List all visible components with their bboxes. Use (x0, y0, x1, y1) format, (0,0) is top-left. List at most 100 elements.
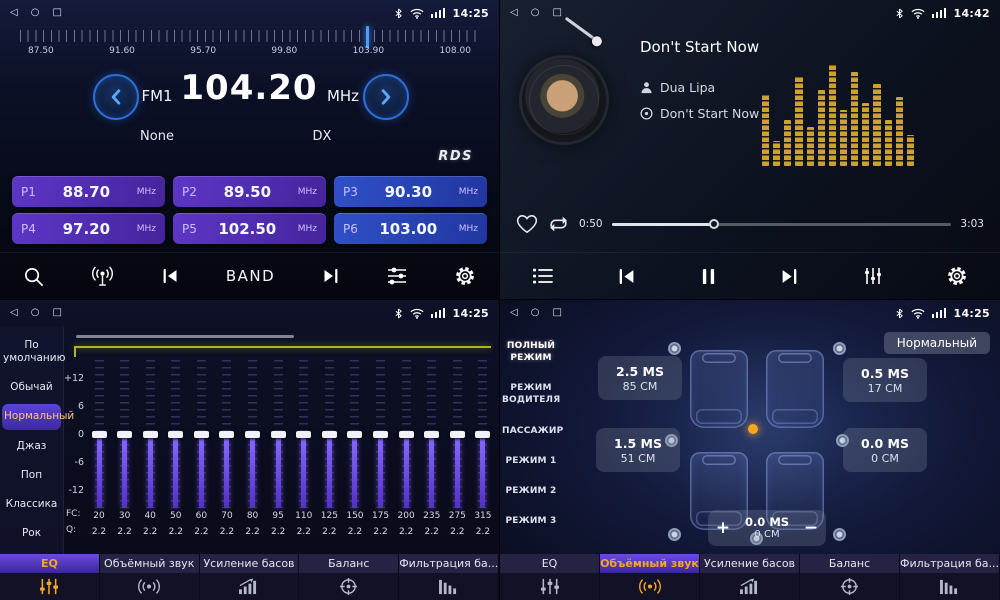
preset-button-p5[interactable]: P5102.50MHz (173, 213, 326, 244)
eq-band-slider[interactable] (245, 360, 261, 508)
eq-band-handle[interactable] (271, 431, 286, 438)
settings-gear-icon[interactable] (946, 265, 968, 287)
preset-button-p4[interactable]: P497.20MHz (12, 213, 165, 244)
eq-band-handle[interactable] (92, 431, 107, 438)
repeat-icon[interactable] (547, 215, 570, 233)
eq-band-slider[interactable] (270, 360, 286, 508)
tab-bass-boost[interactable]: Усиление басов (700, 554, 800, 600)
eq-preset-item[interactable]: По умолчанию (0, 331, 63, 373)
eq-band-slider[interactable] (449, 360, 465, 508)
tab-eq[interactable]: EQ (0, 554, 100, 600)
delay-plus-button[interactable]: + (708, 518, 738, 538)
surround-mode-item[interactable]: ПАССАЖИР (500, 416, 562, 446)
eq-preset-item[interactable]: Поп (0, 461, 63, 490)
listening-position-dot[interactable] (748, 424, 758, 434)
eq-band-handle[interactable] (322, 431, 337, 438)
tab-filter[interactable]: Фильтрация ба... (399, 554, 499, 600)
settings-gear-icon[interactable] (454, 265, 476, 287)
eq-band-handle[interactable] (168, 431, 183, 438)
preset-button-p1[interactable]: P188.70MHz (12, 176, 165, 207)
tab-filter[interactable]: Фильтрация ба... (900, 554, 1000, 600)
surround-mode-item[interactable]: РЕЖИМ ВОДИТЕЛЯ (500, 373, 562, 415)
search-icon[interactable] (23, 266, 44, 287)
surround-mode-item[interactable]: РЕЖИМ 1 (500, 446, 562, 476)
recents-icon[interactable]: □ (52, 8, 61, 18)
preset-button-p2[interactable]: P289.50MHz (173, 176, 326, 207)
eq-band-slider[interactable] (168, 360, 184, 508)
recents-icon[interactable]: □ (552, 308, 561, 318)
eq-preset-item[interactable]: Обычай (0, 373, 63, 402)
eq-band-slider[interactable] (347, 360, 363, 508)
eq-band-slider[interactable] (321, 360, 337, 508)
eq-band-slider[interactable] (193, 360, 209, 508)
progress-bar[interactable] (612, 223, 952, 226)
next-track-icon[interactable] (779, 268, 799, 285)
tab-surround-sound[interactable]: Объёмный звук (100, 554, 200, 600)
preset-button-p6[interactable]: P6103.00MHz (334, 213, 487, 244)
sound-profile-button[interactable]: Нормальный (884, 332, 990, 354)
radio-broadcast-icon[interactable] (90, 266, 115, 287)
tab-balance[interactable]: Баланс (299, 554, 399, 600)
recents-icon[interactable]: □ (552, 8, 561, 18)
home-icon[interactable]: ○ (31, 308, 40, 318)
back-icon[interactable]: ◁ (510, 308, 518, 318)
eq-band-handle[interactable] (219, 431, 234, 438)
frequency-scale-label: 95.70 (190, 46, 216, 56)
surround-mode-item[interactable]: РЕЖИМ 2 (500, 476, 562, 506)
eq-band-slider[interactable] (424, 360, 440, 508)
eq-preset-item[interactable]: Классика (0, 490, 63, 519)
eq-band-handle[interactable] (347, 431, 362, 438)
eq-band-handle[interactable] (143, 431, 158, 438)
playlist-icon[interactable] (532, 267, 554, 285)
tab-label: Фильтрация ба... (399, 554, 499, 573)
tab-eq[interactable]: EQ (500, 554, 600, 600)
surround-mode-item[interactable]: РЕЖИМ 3 (500, 506, 562, 536)
eq-band-slider[interactable] (142, 360, 158, 508)
eq-band-handle[interactable] (450, 431, 465, 438)
bands-scrollbar[interactable] (76, 335, 294, 338)
progress-knob[interactable] (709, 219, 719, 229)
delay-minus-button[interactable]: − (796, 518, 826, 538)
eq-band-slider[interactable] (219, 360, 235, 508)
previous-icon[interactable] (161, 268, 180, 284)
eq-band-handle[interactable] (296, 431, 311, 438)
eq-preset-item[interactable]: Нормальный (2, 404, 61, 429)
next-icon[interactable] (321, 268, 340, 284)
eq-band-slider[interactable] (91, 360, 107, 508)
eq-band-column: 1752.2 (369, 360, 393, 554)
tab-balance[interactable]: Баланс (800, 554, 900, 600)
home-icon[interactable]: ○ (531, 308, 540, 318)
recents-icon[interactable]: □ (52, 308, 61, 318)
tune-up-button[interactable] (363, 74, 409, 120)
eq-band-slider[interactable] (373, 360, 389, 508)
back-icon[interactable]: ◁ (10, 308, 18, 318)
eq-band-slider[interactable] (475, 360, 491, 508)
tab-surround-sound[interactable]: Объёмный звук (600, 554, 700, 600)
favorite-icon[interactable] (516, 214, 538, 234)
home-icon[interactable]: ○ (31, 8, 40, 18)
eq-band-slider[interactable] (398, 360, 414, 508)
back-icon[interactable]: ◁ (10, 8, 18, 18)
eq-band-handle[interactable] (194, 431, 209, 438)
band-button[interactable]: BAND (226, 267, 275, 285)
eq-band-handle[interactable] (475, 431, 490, 438)
back-icon[interactable]: ◁ (510, 8, 518, 18)
pause-icon[interactable] (701, 268, 716, 285)
eq-band-handle[interactable] (373, 431, 388, 438)
preset-button-p3[interactable]: P390.30MHz (334, 176, 487, 207)
eq-band-handle[interactable] (245, 431, 260, 438)
eq-band-handle[interactable] (399, 431, 414, 438)
eq-band-slider[interactable] (296, 360, 312, 508)
eq-band-handle[interactable] (117, 431, 132, 438)
equalizer-sliders-icon[interactable] (863, 266, 883, 286)
previous-track-icon[interactable] (617, 268, 637, 285)
eq-band-slider[interactable] (117, 360, 133, 508)
eq-preset-item[interactable]: Джаз (0, 432, 63, 461)
frequency-scale-ticks[interactable] (20, 30, 479, 42)
eq-band-handle[interactable] (424, 431, 439, 438)
eq-preset-item[interactable]: Рок (0, 519, 63, 548)
home-icon[interactable]: ○ (531, 8, 540, 18)
tab-bass-boost[interactable]: Усиление басов (200, 554, 300, 600)
surround-mode-item[interactable]: ПОЛНЫЙ РЕЖИМ (500, 331, 562, 373)
audio-mixer-icon[interactable] (386, 266, 408, 286)
